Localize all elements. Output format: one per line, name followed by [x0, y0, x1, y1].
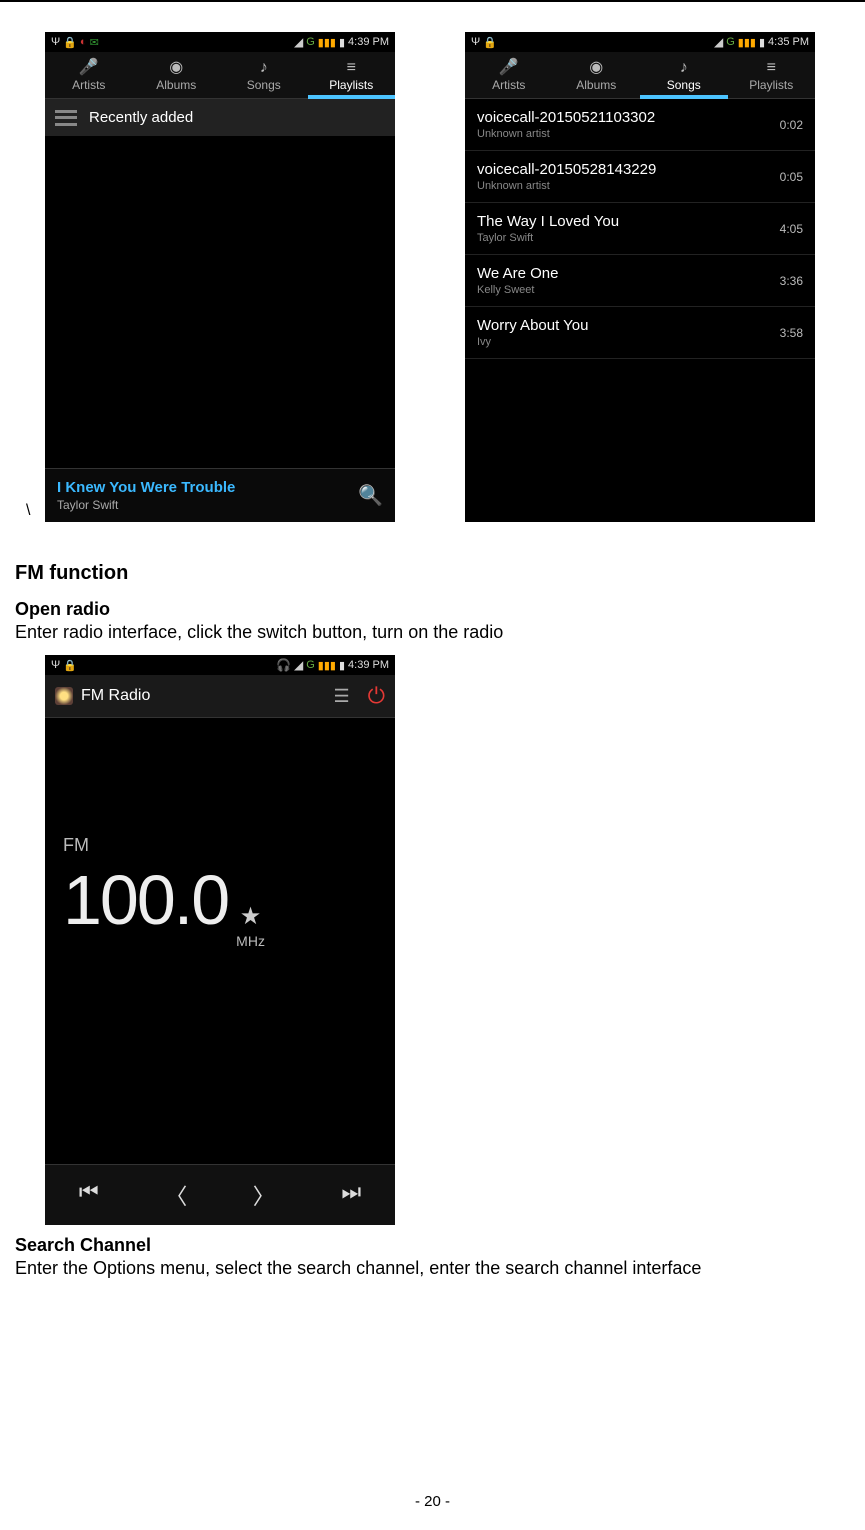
radio-app-icon	[55, 687, 73, 705]
tab-playlists[interactable]: ≡Playlists	[728, 52, 816, 98]
screenshot-playlists: Ψ 🔒 ◐ ✉ ◢ G ▮▮▮ ▮ 4:39 PM 🎤Artists ◉Albu…	[45, 32, 395, 522]
prev-channel-button[interactable]: ⏮	[45, 1165, 133, 1225]
song-duration: 4:05	[780, 222, 803, 236]
favorite-star-icon[interactable]: ★	[240, 902, 262, 931]
wifi-icon: ◢	[294, 35, 303, 49]
note-icon: ♪	[220, 58, 308, 78]
song-row[interactable]: The Way I Loved You Taylor Swift 4:05	[465, 203, 815, 255]
signal-icon: ▮▮▮	[738, 36, 756, 49]
battery-icon: ▮	[759, 36, 765, 49]
fm-unit: MHz	[236, 933, 265, 949]
disc-icon: ◉	[553, 58, 641, 78]
song-duration: 0:02	[780, 118, 803, 132]
signal-icon: ▮▮▮	[318, 36, 336, 49]
search-icon[interactable]: 🔍	[358, 483, 383, 508]
song-duration: 0:05	[780, 170, 803, 184]
heading-fm-function: FM function	[15, 562, 850, 585]
tab-albums[interactable]: ◉Albums	[553, 52, 641, 98]
usb-icon: Ψ	[51, 36, 60, 48]
fm-display: FM 100.0 ★ MHz	[45, 835, 395, 957]
tab-songs[interactable]: ♪Songs	[220, 52, 308, 98]
screenshot-fm-radio: Ψ 🔒 🎧 ◢ G ▮▮▮ ▮ 4:39 PM FM Radio ☰ ⏻	[45, 655, 395, 1225]
seek-forward-button[interactable]: 〉	[220, 1165, 308, 1225]
song-artist: Taylor Swift	[477, 232, 619, 244]
lock-icon: 🔒	[63, 659, 77, 672]
fm-controls: ⏮ 〈 〉 ⏭	[45, 1164, 395, 1225]
usb-icon: Ψ	[51, 659, 60, 671]
song-artist: Kelly Sweet	[477, 284, 558, 296]
text-search-channel: Enter the Options menu, select the searc…	[15, 1258, 850, 1279]
song-title: voicecall-20150521103302	[477, 109, 655, 126]
song-row[interactable]: voicecall-20150521103302 Unknown artist 0:…	[465, 99, 815, 151]
seek-back-button[interactable]: 〈	[133, 1165, 221, 1225]
stray-backslash: \	[26, 502, 30, 520]
mic-icon: 🎤	[465, 58, 553, 78]
song-artist: Ivy	[477, 336, 588, 348]
fm-label: FM	[63, 835, 377, 856]
fm-title-text: FM Radio	[81, 687, 150, 705]
song-list: voicecall-20150521103302 Unknown artist 0:…	[465, 99, 815, 359]
next-channel-button[interactable]: ⏭	[308, 1165, 396, 1225]
signal-icon: ▮▮▮	[318, 659, 336, 672]
now-playing-title: I Knew You Were Trouble	[57, 479, 235, 496]
headphone-icon: 🎧	[276, 658, 291, 672]
heading-search-channel: Search Channel	[15, 1235, 850, 1256]
mail-icon: ✉	[90, 36, 99, 49]
note-icon: ♪	[640, 58, 728, 78]
clock-text: 4:39 PM	[348, 659, 389, 671]
fm-frequency: 100.0	[63, 860, 228, 940]
status-bar: Ψ 🔒 🎧 ◢ G ▮▮▮ ▮ 4:39 PM	[45, 655, 395, 675]
sync-icon: ◐	[80, 36, 87, 48]
heading-open-radio: Open radio	[15, 599, 850, 620]
song-title: Worry About You	[477, 317, 588, 334]
screenshot-songs: Ψ 🔒 ◢ G ▮▮▮ ▮ 4:35 PM 🎤Artists ◉Albums ♪…	[465, 32, 815, 522]
channel-list-icon[interactable]: ☰	[333, 686, 349, 707]
tab-albums[interactable]: ◉Albums	[133, 52, 221, 98]
status-bar: Ψ 🔒 ◢ G ▮▮▮ ▮ 4:35 PM	[465, 32, 815, 52]
list-icon: ≡	[308, 58, 396, 78]
network-g: G	[306, 36, 315, 48]
recently-added-item[interactable]: Recently added	[45, 99, 395, 136]
power-icon[interactable]: ⏻	[368, 683, 385, 709]
page-number: - 20 -	[0, 1493, 865, 1510]
song-title: We Are One	[477, 265, 558, 282]
now-playing-bar[interactable]: I Knew You Were Trouble Taylor Swift 🔍	[45, 468, 395, 522]
tab-artists[interactable]: 🎤Artists	[465, 52, 553, 98]
tab-songs[interactable]: ♪Songs	[640, 52, 728, 98]
lock-icon: 🔒	[63, 36, 77, 49]
song-title: The Way I Loved You	[477, 213, 619, 230]
network-g: G	[726, 36, 735, 48]
text-open-radio: Enter radio interface, click the switch …	[15, 622, 850, 643]
recently-added-label: Recently added	[89, 109, 193, 126]
song-title: voicecall-20150528143229	[477, 161, 656, 178]
lock-icon: 🔒	[483, 36, 497, 49]
network-g: G	[306, 659, 315, 671]
song-artist: Unknown artist	[477, 128, 655, 140]
tab-playlists[interactable]: ≡Playlists	[308, 52, 396, 98]
clock-text: 4:35 PM	[768, 36, 809, 48]
list-icon: ≡	[728, 58, 816, 78]
song-row[interactable]: We Are One Kelly Sweet 3:36	[465, 255, 815, 307]
music-tabs: 🎤Artists ◉Albums ♪Songs ≡Playlists	[45, 52, 395, 99]
song-artist: Unknown artist	[477, 180, 656, 192]
song-duration: 3:58	[780, 326, 803, 340]
wifi-icon: ◢	[294, 658, 303, 672]
now-playing-artist: Taylor Swift	[57, 498, 235, 512]
battery-icon: ▮	[339, 36, 345, 49]
wifi-icon: ◢	[714, 35, 723, 49]
usb-icon: Ψ	[471, 36, 480, 48]
disc-icon: ◉	[133, 58, 221, 78]
playlist-icon	[55, 110, 77, 126]
song-row[interactable]: voicecall-20150528143229 Unknown artist 0:…	[465, 151, 815, 203]
battery-icon: ▮	[339, 659, 345, 672]
fm-toolbar: FM Radio ☰ ⏻	[45, 675, 395, 718]
song-duration: 3:36	[780, 274, 803, 288]
song-row[interactable]: Worry About You Ivy 3:58	[465, 307, 815, 359]
music-tabs: 🎤Artists ◉Albums ♪Songs ≡Playlists	[465, 52, 815, 99]
mic-icon: 🎤	[45, 58, 133, 78]
tab-artists[interactable]: 🎤Artists	[45, 52, 133, 98]
status-bar: Ψ 🔒 ◐ ✉ ◢ G ▮▮▮ ▮ 4:39 PM	[45, 32, 395, 52]
clock-text: 4:39 PM	[348, 36, 389, 48]
